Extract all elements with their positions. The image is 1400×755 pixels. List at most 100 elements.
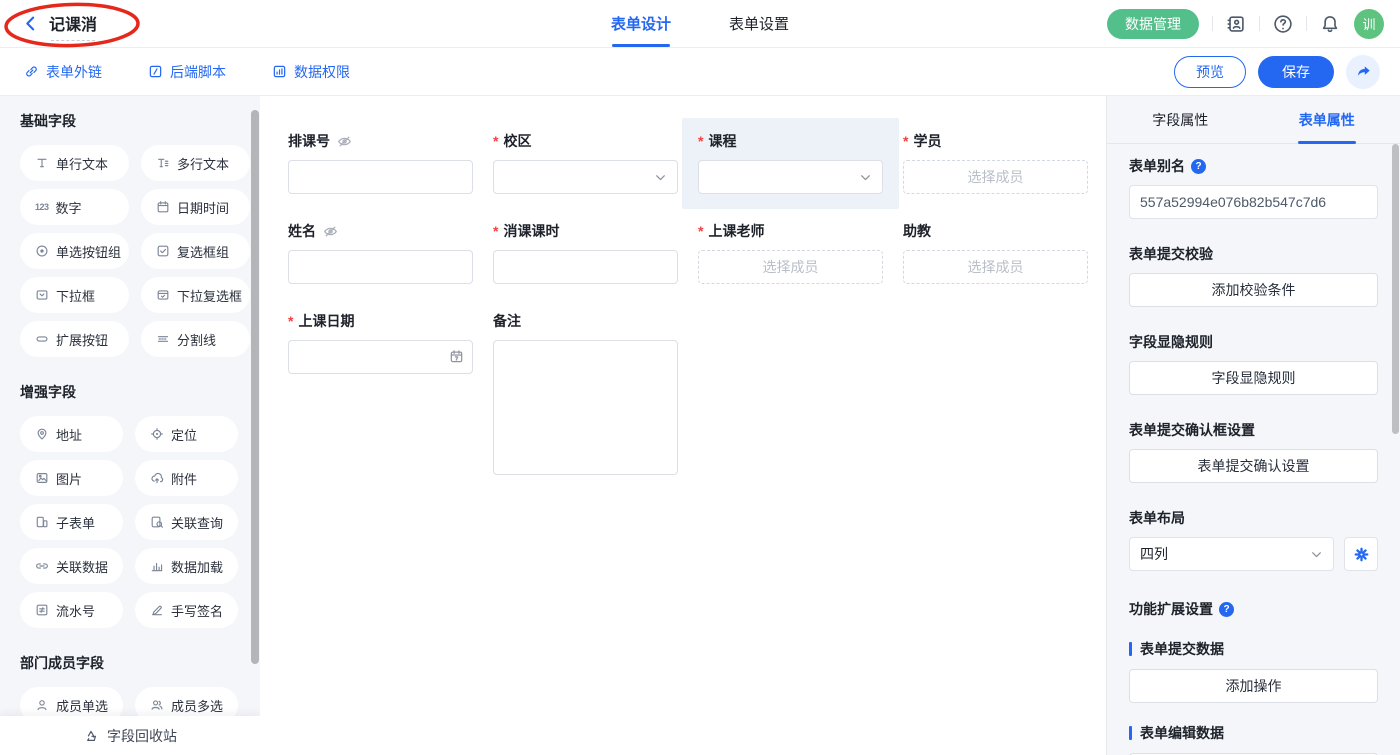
hidden-eye-icon [323,224,338,239]
form-alias-title: 表单别名 [1129,156,1185,176]
field-remark[interactable]: 备注 [493,311,678,478]
name-input[interactable] [288,250,473,284]
help-circle-icon[interactable]: ? [1191,159,1206,174]
header-tabs: 表单设计 表单设置 [611,0,789,47]
field-datetime[interactable]: 日期时间 [141,189,250,225]
save-button[interactable]: 保存 [1258,56,1334,88]
script-icon [148,64,163,79]
field-address[interactable]: 地址 [20,416,123,452]
sidebar-scrollbar[interactable] [251,110,259,664]
form-external-link[interactable]: 表单外链 [24,62,102,82]
field-radio-group[interactable]: 单选按钮组 [20,233,129,269]
calendar-icon [156,200,170,214]
visibility-rules-title: 字段显隐规则 [1129,332,1378,352]
data-permission-link[interactable]: 数据权限 [272,62,350,82]
users-icon [150,698,164,712]
form-canvas[interactable]: 排课号 *校区 *课程 *学员 选择成员 姓名 *消课课时 [260,96,1106,755]
tab-form-properties[interactable]: 表单属性 [1254,96,1400,143]
pin-icon [35,427,49,441]
field-expand-button[interactable]: 扩展按钮 [20,321,129,357]
class-hours-input[interactable] [493,250,678,284]
field-class-hours[interactable]: *消课课时 [493,221,678,284]
field-class-date[interactable]: *上课日期 [288,311,473,478]
cloud-upload-icon [150,471,164,485]
share-button[interactable] [1346,55,1380,89]
submit-confirm-button[interactable]: 表单提交确认设置 [1129,449,1378,483]
backend-script-link[interactable]: 后端脚本 [148,62,226,82]
field-multi-select[interactable]: 下拉复选框 [141,277,250,313]
field-subform[interactable]: 子表单 [20,504,123,540]
section-basic-fields: 基础字段 [20,111,238,131]
pen-icon [150,603,164,617]
top-header: 记课消 表单设计 表单设置 数据管理 训 [0,0,1400,48]
field-single-line-text[interactable]: 单行文本 [20,145,129,181]
field-name[interactable]: 姓名 [288,221,473,284]
class-date-input[interactable] [288,340,473,374]
field-signature[interactable]: 手写签名 [135,592,238,628]
link-icon [24,64,39,79]
field-assistant[interactable]: 助教 选择成员 [903,221,1088,284]
field-related-data[interactable]: 关联数据 [20,548,123,584]
share-arrow-icon [1355,63,1372,80]
contacts-icon[interactable] [1226,14,1246,34]
field-schedule-number[interactable]: 排课号 [288,131,473,194]
field-student[interactable]: *学员 选择成员 [903,131,1088,194]
field-select[interactable]: 下拉框 [20,277,129,313]
image-icon [35,471,49,485]
number-icon: 123 [35,202,49,212]
field-course[interactable]: *课程 [682,118,899,209]
panel-scrollbar[interactable] [1392,144,1399,434]
field-recycle-bin[interactable]: 字段回收站 [0,716,260,755]
field-divider[interactable]: 分割线 [141,321,250,357]
field-teacher[interactable]: *上课老师 选择成员 [698,221,883,284]
field-multi-line-text[interactable]: 多行文本 [141,145,250,181]
data-manage-button[interactable]: 数据管理 [1107,9,1199,39]
back-icon[interactable] [22,15,39,32]
field-serial-number[interactable]: 流水号 [20,592,123,628]
divider [1259,16,1260,31]
visibility-rules-button[interactable]: 字段显隐规则 [1129,361,1378,395]
checkbox-icon [156,244,170,258]
course-select[interactable] [698,160,883,194]
subform-icon [35,515,49,529]
notification-bell-icon[interactable] [1320,14,1340,34]
schedule-number-input[interactable] [288,160,473,194]
tab-form-settings[interactable]: 表单设置 [729,0,789,47]
field-related-query[interactable]: 关联查询 [135,504,238,540]
divider [1212,16,1213,31]
field-checkbox-group[interactable]: 复选框组 [141,233,250,269]
field-campus[interactable]: *校区 [493,131,678,194]
field-image[interactable]: 图片 [20,460,123,496]
hidden-eye-icon [337,134,352,149]
layout-select[interactable]: 四列 [1129,537,1334,571]
help-circle-icon[interactable]: ? [1219,602,1234,617]
field-data-load[interactable]: 数据加载 [135,548,238,584]
remark-textarea[interactable] [493,340,678,475]
teacher-member-picker[interactable]: 选择成员 [698,250,883,284]
field-location[interactable]: 定位 [135,416,238,452]
field-attachment[interactable]: 附件 [135,460,238,496]
multi-select-icon [156,288,170,302]
form-alias-input[interactable] [1129,185,1378,219]
campus-select[interactable] [493,160,678,194]
preview-button[interactable]: 预览 [1174,56,1246,88]
add-submit-action-button[interactable]: 添加操作 [1129,669,1378,703]
layout-settings-button[interactable] [1344,537,1378,571]
lookup-icon [150,515,164,529]
help-icon[interactable] [1273,14,1293,34]
form-toolbar: 表单外链 后端脚本 数据权限 预览 保存 [0,48,1400,96]
student-member-picker[interactable]: 选择成员 [903,160,1088,194]
target-icon [150,427,164,441]
add-validation-button[interactable]: 添加校验条件 [1129,273,1378,307]
pill-icon [35,332,49,346]
assistant-member-picker[interactable]: 选择成员 [903,250,1088,284]
properties-panel: 字段属性 表单属性 表单别名? 表单提交校验 添加校验条件 字段显隐规则 字段显… [1106,96,1400,755]
avatar[interactable]: 训 [1354,9,1384,39]
field-number[interactable]: 123数字 [20,189,129,225]
serial-icon [35,603,49,617]
tab-form-design[interactable]: 表单设计 [611,0,671,47]
tab-field-properties[interactable]: 字段属性 [1107,96,1254,143]
recycle-icon [83,728,99,744]
divider-icon [156,332,170,346]
field-library-sidebar: 基础字段 单行文本 多行文本 123数字 日期时间 单选按钮组 复选框组 下拉框… [0,96,260,755]
